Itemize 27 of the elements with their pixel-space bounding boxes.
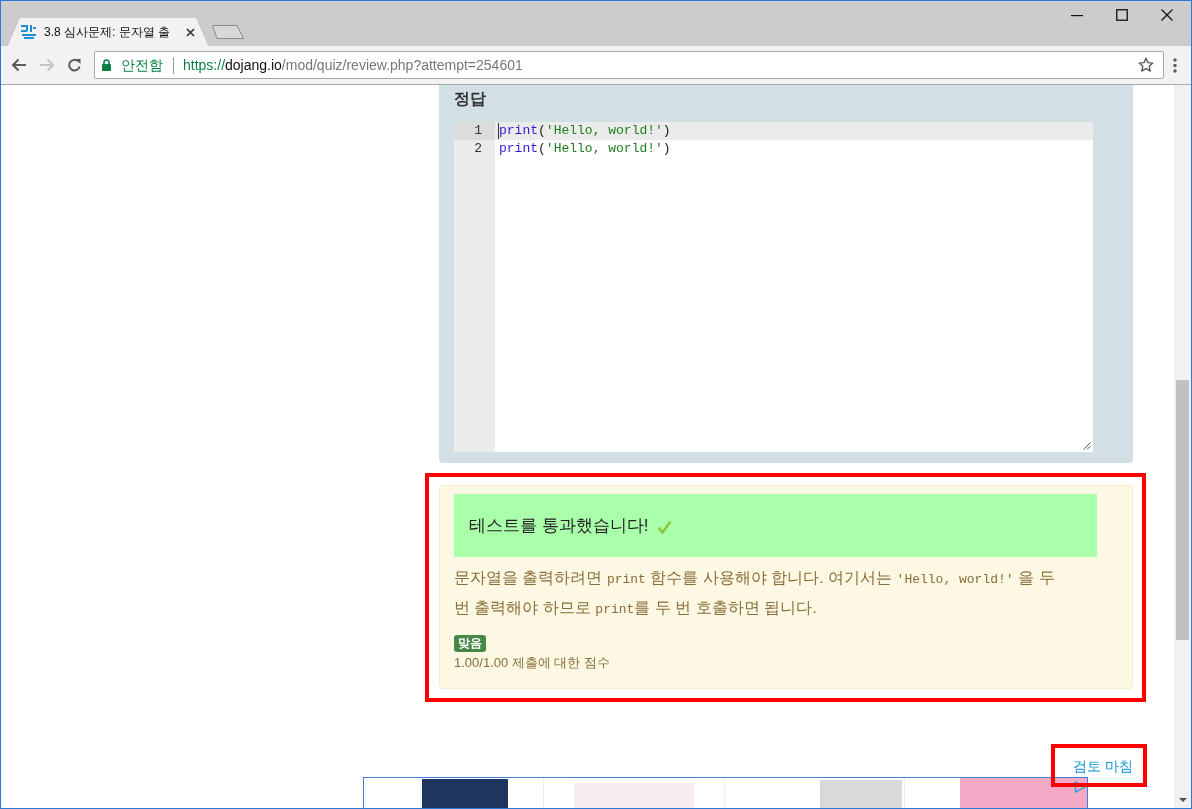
url-text: https://dojang.io/mod/quiz/review.php?attempt=254601 — [183, 55, 524, 75]
menu-icon[interactable] — [1173, 57, 1177, 73]
score-text: 1.00/1.00 제출에 대한 점수 — [454, 655, 612, 671]
code-editor[interactable]: print('Hello, world!') print('Hello, world!') — [495, 122, 1093, 452]
favicon-icon — [21, 24, 37, 40]
finish-review-link[interactable]: 검토 마침 — [1073, 756, 1133, 776]
star-icon[interactable] — [1138, 57, 1154, 73]
arrow-left-icon[interactable] — [11, 58, 27, 72]
close-icon[interactable] — [1161, 9, 1173, 21]
browser-tab[interactable]: 3.8 심사문제: 문자열 출 — [8, 18, 208, 46]
text-cursor — [498, 123, 499, 139]
line-number: 1 — [454, 122, 495, 140]
security-label: 안전함 — [121, 55, 163, 75]
grade-badge: 맞음 — [454, 635, 486, 652]
reload-icon[interactable] — [67, 57, 82, 73]
minimize-icon[interactable] — [1071, 15, 1083, 17]
line-number: 2 — [473, 140, 483, 158]
address-bar[interactable]: 안전함 https://dojang.io/mod/quiz/review.php?attempt=254601 — [94, 51, 1164, 79]
resize-grip-icon[interactable] — [1083, 442, 1091, 450]
code-line: print('Hello, world!') — [498, 140, 672, 158]
tab-close-icon[interactable] — [186, 27, 195, 37]
scrollbar-thumb[interactable] — [1176, 380, 1189, 640]
maximize-icon[interactable] — [1116, 9, 1128, 21]
lock-icon — [102, 59, 111, 71]
result-message: 테스트를 통과했습니다! — [469, 514, 649, 537]
caret-down-icon[interactable] — [1178, 798, 1187, 802]
answer-heading: 정답 — [454, 89, 487, 109]
